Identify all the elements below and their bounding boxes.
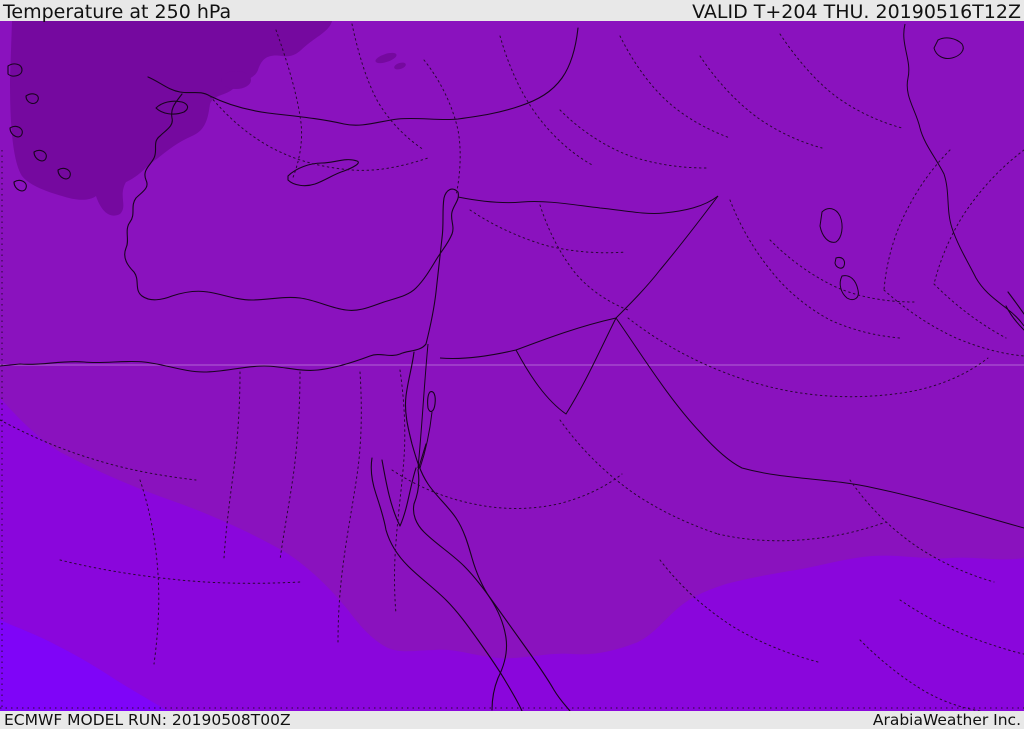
footer-bar: ECMWF MODEL RUN: 20190508T00Z ArabiaWeat… (0, 711, 1024, 729)
model-run-label: ECMWF MODEL RUN: 20190508T00Z (4, 711, 291, 729)
weather-map-screen: Temperature at 250 hPa VALID T+204 THU. … (0, 0, 1024, 729)
attribution-label: ArabiaWeather Inc. (872, 711, 1021, 729)
temp-blob-dark (221, 71, 251, 89)
map-title: Temperature at 250 hPa (3, 1, 232, 23)
header-bar: Temperature at 250 hPa VALID T+204 THU. … (0, 0, 1024, 23)
valid-time-label: VALID T+204 THU. 20190516T12Z (692, 1, 1021, 23)
temperature-map-canvas (0, 21, 1024, 711)
